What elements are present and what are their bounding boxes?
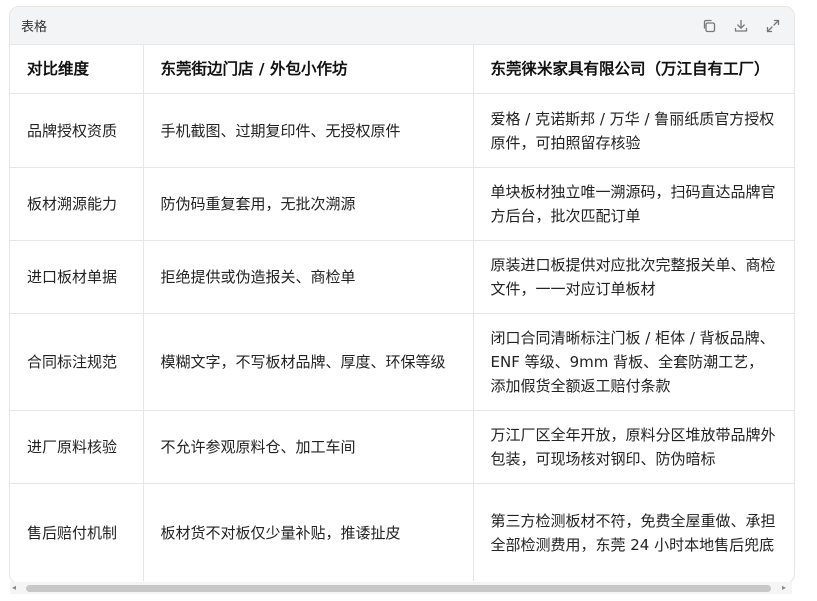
table-cell: 单块板材独立唯一溯源码，扫码直达品牌官方后台，批次匹配订单 bbox=[472, 167, 794, 241]
table-cell: 手机截图、过期复印件、无授权原件 bbox=[142, 93, 473, 168]
table-cell: 拒绝提供或伪造报关、商检单 bbox=[142, 240, 473, 314]
table-row: 合同标注规范 模糊文字，不写板材品牌、厚度、环保等级 闭口合同清晰标注门板 / … bbox=[10, 313, 794, 411]
header-dimension: 对比维度 bbox=[10, 45, 143, 94]
card-header: 表格 bbox=[10, 7, 794, 45]
table-cell: 爱格 / 克诺斯邦 / 万华 / 鲁丽纸质官方授权原件，可拍照留存核验 bbox=[472, 93, 794, 168]
copy-button[interactable] bbox=[700, 17, 718, 35]
header-actions bbox=[700, 17, 782, 35]
download-icon bbox=[734, 19, 748, 32]
scroll-left-arrow-icon[interactable]: ◂ bbox=[12, 584, 20, 592]
table-cell: 模糊文字，不写板材品牌、厚度、环保等级 bbox=[142, 313, 473, 411]
expand-icon bbox=[766, 19, 780, 32]
table-cell: 售后赔付机制 bbox=[27, 523, 118, 542]
header-street-store: 东莞街边门店 / 外包小作坊 bbox=[142, 45, 473, 94]
table-cell: 防伪码重复套用，无批次溯源 bbox=[142, 167, 473, 241]
table-cell: 板材溯源能力 bbox=[10, 167, 143, 241]
table-row: 板材溯源能力 防伪码重复套用，无批次溯源 单块板材独立唯一溯源码，扫码直达品牌官… bbox=[10, 167, 794, 241]
table-cell: 闭口合同清晰标注门板 / 柜体 / 背板品牌、ENF 等级、9mm 背板、全套防… bbox=[472, 313, 794, 411]
scroll-right-arrow-icon[interactable]: ▸ bbox=[782, 584, 790, 592]
horizontal-scrollbar[interactable]: ◂ ▸ bbox=[10, 582, 792, 594]
comparison-table: 对比维度 东莞街边门店 / 外包小作坊 东莞徕米家具有限公司（万江自有工厂） 品… bbox=[10, 45, 794, 581]
table-cell: 进口板材单据 bbox=[10, 240, 143, 314]
table-cell: 合同标注规范 bbox=[10, 313, 143, 411]
table-cell: 第三方检测板材不符，免费全屋重做、承担全部检测费用，东莞 24 小时本地售后兜底 bbox=[472, 483, 794, 581]
table-row: 售后赔付机制 板材货不对板仅少量补贴，推诿扯皮 第三方检测板材不符，免费全屋重做… bbox=[10, 483, 794, 581]
scrollbar-thumb[interactable] bbox=[26, 585, 771, 592]
copy-icon bbox=[703, 19, 716, 32]
table-row: 进厂原料核验 不允许参观原料仓、加工车间 万江厂区全年开放，原料分区堆放带品牌外… bbox=[10, 410, 794, 484]
table-cell: 进厂原料核验 bbox=[10, 410, 143, 484]
table-row: 进口板材单据 拒绝提供或伪造报关、商检单 原装进口板提供对应批次完整报关单、商检… bbox=[10, 240, 794, 314]
download-button[interactable] bbox=[732, 17, 750, 35]
table-cell: 品牌授权资质 bbox=[10, 93, 143, 168]
expand-button[interactable] bbox=[764, 17, 782, 35]
table-cell: 万江厂区全年开放，原料分区堆放带品牌外包装，可现场核对钢印、防伪暗标 bbox=[472, 410, 794, 484]
table-row: 品牌授权资质 手机截图、过期复印件、无授权原件 爱格 / 克诺斯邦 / 万华 /… bbox=[10, 93, 794, 168]
card-title: 表格 bbox=[21, 20, 48, 35]
table-cell: 不允许参观原料仓、加工车间 bbox=[142, 410, 473, 484]
table-cell: 板材货不对板仅少量补贴，推诿扯皮 bbox=[142, 483, 473, 581]
table-header-row: 对比维度 东莞街边门店 / 外包小作坊 东莞徕米家具有限公司（万江自有工厂） bbox=[10, 45, 794, 94]
table-card: 表格 对比维度 东莞街边门店 / 外包小作坊 东莞徕米家具有限公司（万江自有工厂… bbox=[9, 6, 795, 584]
table-cell: 原装进口板提供对应批次完整报关单、商检文件，一一对应订单板材 bbox=[472, 240, 794, 314]
header-laimi-factory: 东莞徕米家具有限公司（万江自有工厂） bbox=[472, 45, 794, 94]
